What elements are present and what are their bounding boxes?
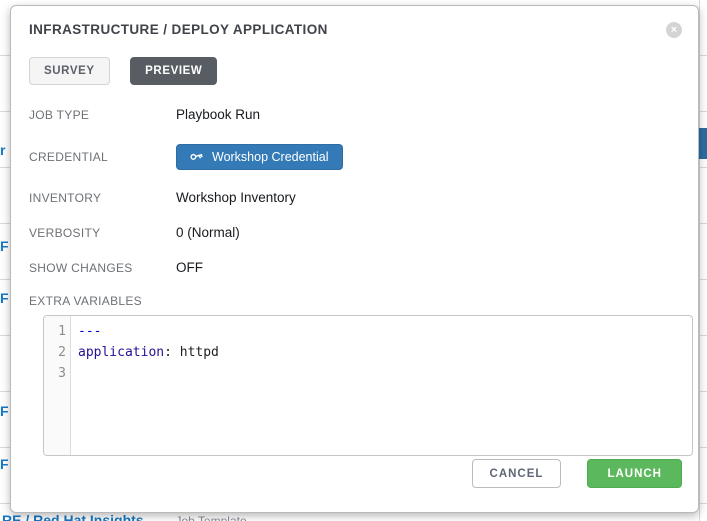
close-icon[interactable]: × [666,22,682,38]
tab-preview[interactable]: PREVIEW [130,57,217,85]
credential-row: CREDENTIAL Workshop Credential [29,144,680,170]
extra-variables-editor[interactable]: 1 2 3 --- application: httpd [43,315,693,456]
background-text-fragment: F [0,238,9,254]
line-number: 1 [44,321,70,342]
background-text-fragment: F [0,456,9,472]
verbosity-row: VERBOSITY 0 (Normal) [29,225,680,240]
background-template-type: Job Template [175,514,246,521]
credential-button[interactable]: Workshop Credential [176,144,343,170]
code-line-1: --- [78,321,692,342]
inventory-label: INVENTORY [29,191,176,205]
credential-button-label: Workshop Credential [212,150,329,164]
line-number: 2 [44,342,70,363]
code-line-2: application: httpd [78,342,692,363]
job-type-value: Playbook Run [176,107,260,122]
modal-title: INFRASTRUCTURE / DEPLOY APPLICATION [29,22,680,37]
editor-line-number-gutter: 1 2 3 [44,316,71,455]
show-changes-value: OFF [176,260,203,275]
code-line-3 [78,363,692,384]
job-type-row: JOB TYPE Playbook Run [29,107,680,122]
background-left-sliver: r F F F F [0,0,10,521]
cancel-button[interactable]: CANCEL [472,459,562,488]
key-icon [188,147,206,167]
tab-survey[interactable]: SURVEY [29,57,110,85]
yaml-key: application [78,345,164,360]
background-text-fragment: F [0,403,9,419]
background-template-name: RE / Red Hat Insights [2,512,144,521]
modal-header: INFRASTRUCTURE / DEPLOY APPLICATION × [29,22,680,37]
modal-footer: CANCEL LAUNCH [472,459,682,488]
background-text-fragment: r [0,142,5,158]
credential-label: CREDENTIAL [29,150,176,164]
yaml-doc-marker: --- [78,324,101,339]
inventory-value: Workshop Inventory [176,190,296,205]
line-number: 3 [44,363,70,384]
editor-code-area[interactable]: --- application: httpd [71,316,692,455]
verbosity-label: VERBOSITY [29,226,176,240]
background-text-fragment: F [0,290,9,306]
job-type-label: JOB TYPE [29,108,176,122]
deploy-application-modal: INFRASTRUCTURE / DEPLOY APPLICATION × SU… [10,5,699,513]
inventory-row: INVENTORY Workshop Inventory [29,190,680,205]
extra-variables-label: EXTRA VARIABLES [29,294,680,308]
background-blue-element [698,128,707,159]
verbosity-value: 0 (Normal) [176,225,240,240]
tab-bar: SURVEY PREVIEW [29,57,680,85]
launch-button[interactable]: LAUNCH [587,459,682,488]
yaml-separator: : [164,345,172,360]
show-changes-label: SHOW CHANGES [29,261,176,275]
show-changes-row: SHOW CHANGES OFF [29,260,680,275]
yaml-value: httpd [172,345,219,360]
background-template-row: RE / Red Hat Insights Job Template [2,512,247,521]
